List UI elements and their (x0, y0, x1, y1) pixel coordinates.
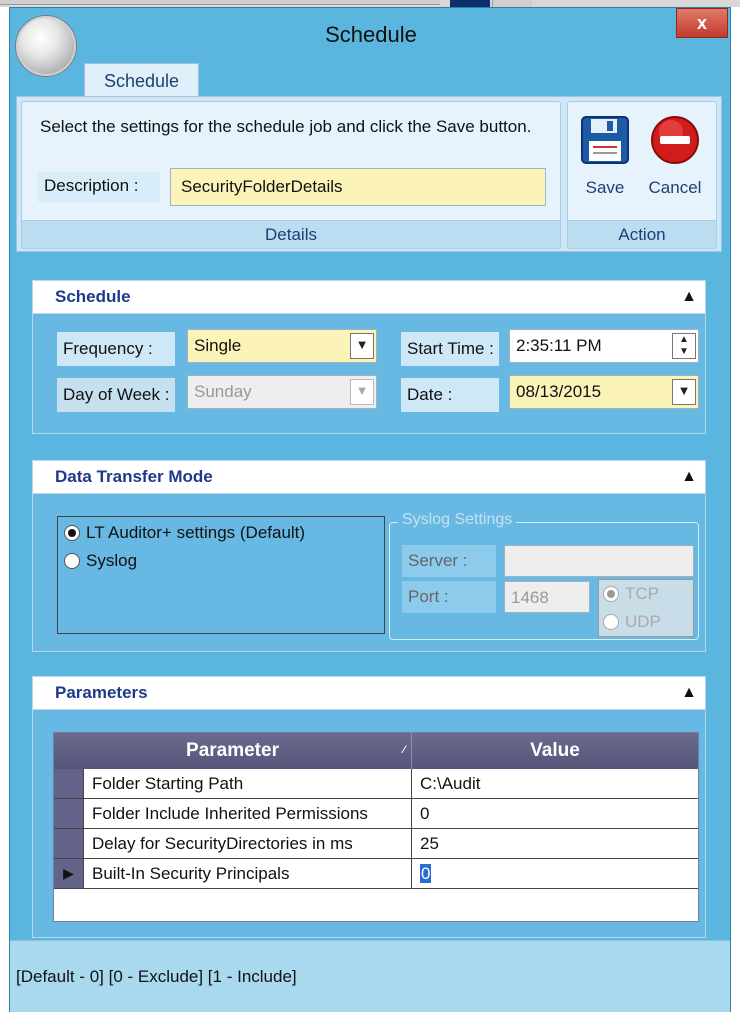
description-label: Description : (38, 172, 160, 202)
day-of-week-select[interactable]: Sunday ▼ (187, 375, 377, 409)
spinner-icon[interactable]: ▲ ▼ (672, 333, 696, 359)
background-window-strip (0, 0, 740, 7)
instruction-text: Select the settings for the schedule job… (40, 117, 532, 136)
chevron-down-icon[interactable]: ▼ (350, 379, 374, 405)
parameters-section-header[interactable]: Parameters ▲ (32, 676, 706, 710)
cancel-button[interactable]: Cancel (642, 110, 708, 210)
transfer-section-title: Data Transfer Mode (55, 467, 213, 486)
radio-selected-icon (64, 525, 80, 541)
parameter-value[interactable]: 25 (414, 829, 696, 858)
frequency-label: Frequency : (57, 332, 175, 366)
radio-lt-auditor-label: LT Auditor+ settings (Default) (86, 523, 306, 542)
date-picker[interactable]: 08/13/2015 ▼ (509, 375, 699, 409)
radio-unselected-icon (64, 553, 80, 569)
port-input[interactable]: 1468 (504, 581, 590, 613)
column-header-value[interactable]: Value (412, 733, 698, 769)
parameter-value[interactable]: 0 (414, 799, 696, 828)
chevron-down-icon[interactable]: ▼ (672, 379, 696, 405)
save-button[interactable]: Save (576, 110, 634, 210)
radio-udp[interactable]: UDP (601, 610, 661, 634)
row-selector[interactable] (54, 829, 84, 858)
parameter-name: Delay for SecurityDirectories in ms (86, 829, 412, 858)
row-selector[interactable] (54, 799, 84, 828)
parameters-section-title: Parameters (55, 683, 148, 702)
cancel-label: Cancel (648, 178, 702, 197)
action-group: Save Cancel Action (567, 101, 717, 249)
status-bar: [Default - 0] [0 - Exclude] [1 - Include… (10, 940, 730, 1012)
chevron-up-icon[interactable]: ▲ (681, 461, 697, 493)
floppy-disk-icon (581, 116, 629, 164)
start-time-label: Start Time : (401, 332, 499, 366)
table-row[interactable]: Folder Include Inherited Permissions 0 (54, 799, 698, 829)
radio-selected-icon (603, 586, 619, 602)
window-title: Schedule (325, 22, 417, 47)
column-header-parameter[interactable]: Parameter ⁄ (54, 733, 412, 769)
syslog-settings-title: Syslog Settings (398, 511, 517, 529)
radio-syslog[interactable]: Syslog (62, 549, 137, 573)
date-label: Date : (401, 378, 499, 412)
save-label: Save (585, 178, 625, 197)
table-row[interactable]: ▶ Built-In Security Principals 0 (54, 859, 698, 889)
schedule-section-title: Schedule (55, 287, 131, 306)
frequency-select[interactable]: Single ▼ (187, 329, 377, 363)
radio-udp-label: UDP (625, 612, 661, 631)
start-time-value: 2:35:11 PM (516, 336, 602, 355)
table-row[interactable]: Folder Starting Path C:\Audit (54, 769, 698, 799)
server-label: Server : (402, 545, 496, 577)
radio-syslog-label: Syslog (86, 551, 138, 570)
server-input[interactable] (504, 545, 694, 577)
schedule-dialog: Schedule x Schedule Select the settings … (9, 7, 731, 1012)
transfer-section: LT Auditor+ settings (Default) Syslog Sy… (32, 494, 706, 652)
parameter-name: Folder Starting Path (86, 769, 412, 798)
row-selector[interactable] (54, 769, 84, 798)
schedule-section: Frequency : Single ▼ Day of Week : Sunda… (32, 314, 706, 434)
details-group: Select the settings for the schedule job… (21, 101, 561, 249)
start-time-input[interactable]: 2:35:11 PM ▲ ▼ (509, 329, 699, 363)
chevron-up-icon[interactable]: ▲ (681, 677, 697, 709)
parameter-name: Built-In Security Principals (86, 859, 412, 888)
description-input[interactable]: SecurityFolderDetails (170, 168, 546, 206)
schedule-section-header[interactable]: Schedule ▲ (32, 280, 706, 314)
chevron-up-icon[interactable]: ▲ (681, 281, 697, 313)
details-group-label: Details (22, 220, 560, 248)
sort-icon: ⁄ (403, 744, 405, 756)
radio-tcp[interactable]: TCP (601, 582, 659, 606)
chevron-down-icon[interactable]: ▼ (350, 333, 374, 359)
parameter-name: Folder Include Inherited Permissions (86, 799, 412, 828)
day-of-week-value: Sunday (194, 382, 252, 401)
parameter-value[interactable]: C:\Audit (414, 769, 696, 798)
transfer-section-header[interactable]: Data Transfer Mode ▲ (32, 460, 706, 494)
parameters-grid: Parameter ⁄ Value Folder Starting Path C… (53, 732, 699, 922)
date-value: 08/13/2015 (516, 382, 602, 401)
tab-schedule[interactable]: Schedule (84, 63, 199, 98)
table-row[interactable]: Delay for SecurityDirectories in ms 25 (54, 829, 698, 859)
port-label: Port : (402, 581, 496, 613)
radio-lt-auditor[interactable]: LT Auditor+ settings (Default) (62, 521, 305, 545)
close-button[interactable]: x (676, 8, 728, 38)
day-of-week-label: Day of Week : (57, 378, 175, 412)
parameter-value-editing[interactable]: 0 (414, 859, 696, 888)
selected-text[interactable]: 0 (420, 864, 432, 883)
radio-tcp-label: TCP (625, 584, 659, 603)
protocol-group: TCP UDP (598, 579, 694, 637)
frequency-value: Single (194, 336, 242, 355)
column-header-parameter-label: Parameter (186, 740, 279, 761)
action-group-label: Action (568, 220, 716, 248)
transfer-mode-group: LT Auditor+ settings (Default) Syslog (57, 516, 385, 634)
row-selector[interactable]: ▶ (54, 859, 84, 888)
syslog-settings-group: Syslog Settings Server : Port : 1468 TCP… (389, 511, 699, 640)
no-entry-icon (651, 116, 699, 164)
ribbon: Select the settings for the schedule job… (16, 96, 722, 252)
parameters-section: Parameter ⁄ Value Folder Starting Path C… (32, 710, 706, 938)
radio-unselected-icon (603, 614, 619, 630)
